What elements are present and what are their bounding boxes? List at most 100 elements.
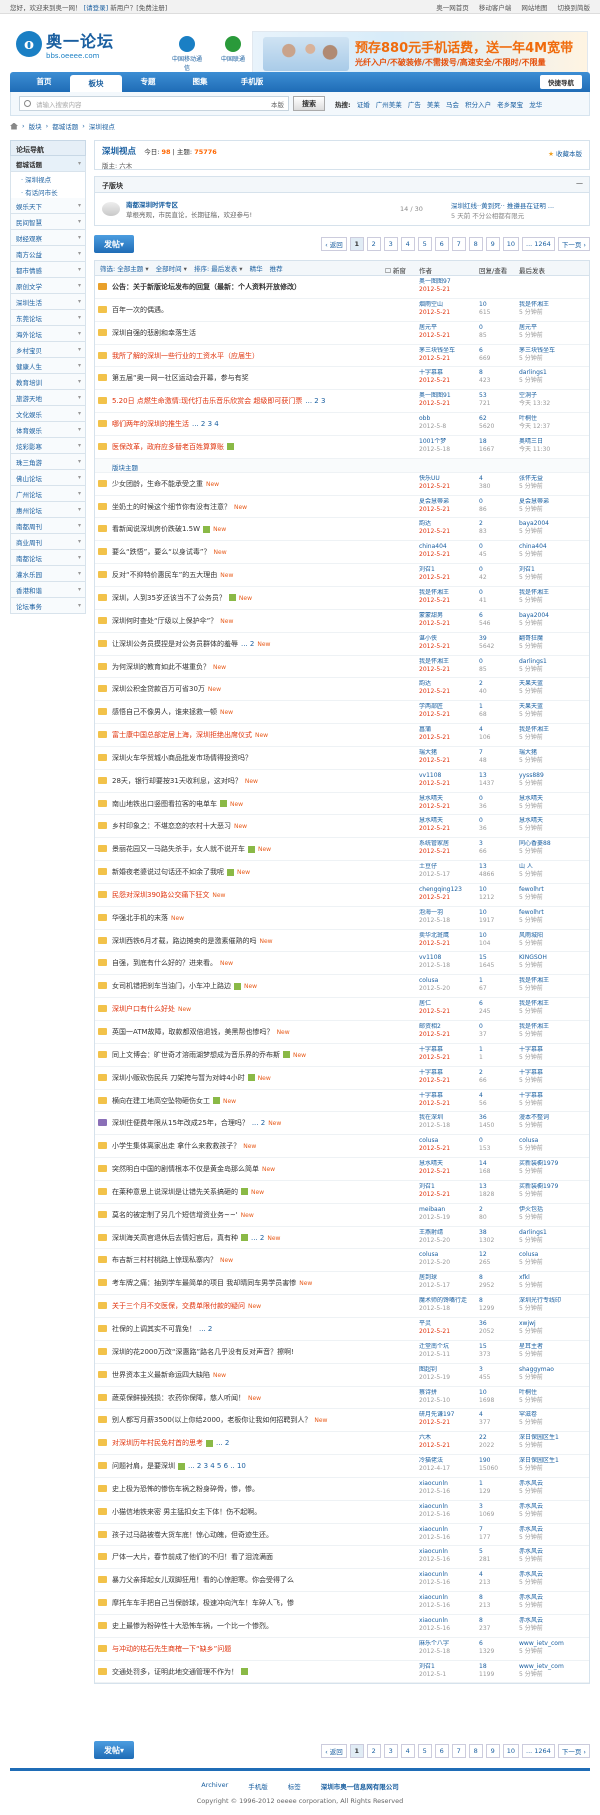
- thread-author[interactable]: 系统管家居 2012-5-21: [419, 840, 473, 856]
- thread-title[interactable]: 深圳海关高官退休后去情妇官后，真有种 ... 2 New: [112, 1233, 280, 1243]
- author-name[interactable]: chengqing123: [419, 886, 473, 894]
- thread-row[interactable]: 华强北手机的末落 New 泡海一羽 2012-5-18 10 1917 fewolhrt 5 …: [95, 907, 589, 930]
- thread-row[interactable]: 史上最惨为粉碎性十大恐怖车祸，一个比一个惨烈。 xiaocunln 2012-5-1…: [95, 1615, 589, 1638]
- hot-link[interactable]: 广州美莱: [376, 101, 402, 109]
- thread-title[interactable]: 布吉新三村村桃路上惊现私寨内？ New: [112, 1255, 233, 1265]
- last-post[interactable]: 十字慕慕 5 分钟前: [519, 1092, 589, 1108]
- last-post[interactable]: 天果天蓝 5 分钟前: [519, 703, 589, 719]
- thread-author[interactable]: 居到球 2012-5-17: [419, 1274, 473, 1290]
- author-name[interactable]: 邮资相2: [419, 1023, 473, 1031]
- last-post[interactable]: darlings1 5 分钟前: [519, 369, 589, 385]
- last-post[interactable]: www_ietv_com 5 分钟前: [519, 1663, 589, 1679]
- author-name[interactable]: 菖蒲: [419, 726, 473, 734]
- page-link[interactable]: 2: [366, 237, 381, 251]
- last-poster[interactable]: 叶桐住: [519, 1389, 589, 1397]
- last-post[interactable]: 居元平 5 分钟前: [519, 324, 589, 340]
- thread-title[interactable]: 孩子过马路被卷大货车底！惊心动魄，但奇迹生还。: [112, 1530, 273, 1540]
- thread-title[interactable]: 坐奶土的时候这个细节你有没有注意？ New: [112, 502, 247, 512]
- thread-row[interactable]: 暴力父亲摔起女儿双脚狂甩！看的心惊胆寒。你会受得了么 xiaocunln 2012-…: [95, 1569, 589, 1593]
- thread-author[interactable]: 麻乐个八字 2012-5-18: [419, 1640, 473, 1656]
- last-post[interactable]: darlings1 5 分钟前: [519, 1229, 589, 1245]
- thread-author[interactable]: xiaocunln 2012-5-16: [419, 1617, 473, 1633]
- last-poster[interactable]: 伊火包括: [519, 1206, 589, 1214]
- login-link[interactable]: [请登录]: [84, 4, 109, 12]
- breadcrumb-item[interactable]: 都城话题: [52, 121, 78, 131]
- author-name[interactable]: colusa: [419, 1251, 473, 1259]
- author-name[interactable]: 刘召1: [419, 566, 473, 574]
- thread-author[interactable]: chengqing123 2012-5-21: [419, 886, 473, 902]
- last-poster[interactable]: 奥晴三日: [519, 438, 589, 446]
- author-name[interactable]: 十字慕慕: [419, 369, 473, 377]
- author-name[interactable]: 奥一图图97: [419, 278, 473, 286]
- thread-pages[interactable]: ... 2: [251, 1234, 264, 1242]
- thread-row[interactable]: 医保改革，政府应多替老百姓算算账 1001个梦 2012-5-18 18 1667 奥晴三…: [95, 436, 589, 459]
- thread-pages[interactable]: ... 2 3 4 5 6 .. 10: [188, 1462, 246, 1470]
- sidebar-item[interactable]: 文化娱乐 ▾: [10, 406, 86, 422]
- thread-row[interactable]: 世界资本主义最新命运四大缺陷 New 图超钊 2012-5-19 3 455 shaggym…: [95, 1364, 589, 1387]
- last-post[interactable]: 夏会慧蒂弟 5 分钟前: [519, 498, 589, 514]
- page-link[interactable]: ‹ 返回: [321, 1744, 347, 1758]
- thread-title[interactable]: 深圳火车华贸城小商品批发市场倩得投资吗？: [112, 753, 252, 763]
- author-name[interactable]: 王燕射靖: [419, 1229, 473, 1237]
- thread-author[interactable]: 慧水晴天 2012-5-21: [419, 817, 473, 833]
- thread-row[interactable]: 摩托车车手把自己当保龄球，极速冲向汽车！车碎人飞，惨 xiaocunln 2012-…: [95, 1592, 589, 1615]
- thread-title[interactable]: 要么“跌悟”，要么“以身试毒”？ New: [112, 547, 227, 557]
- thread-row[interactable]: 深圳的花2000万改“深惠路”路名几乎没有反对声音？擦啊! 迁堂南个坑 2012-5…: [95, 1341, 589, 1364]
- thread-author[interactable]: 韵达 2012-5-21: [419, 520, 473, 536]
- thread-author[interactable]: colusa 2012-5-20: [419, 1251, 473, 1267]
- thread-author[interactable]: 我是怀湘王 2012-5-21: [419, 658, 473, 674]
- thread-row[interactable]: 第五届“奥一网一社区运动会开幕，参与有奖 十字慕慕 2012-5-21 8 423 dar…: [95, 367, 589, 391]
- page-link[interactable]: 1: [349, 1744, 364, 1758]
- filter-type[interactable]: 筛选: 全部主题 ▾: [100, 263, 149, 273]
- author-name[interactable]: colusa: [419, 1137, 473, 1145]
- thread-row[interactable]: 莫名的被定制了另几个短信增资业务~~' New meibaan 2012-5-19 2 8…: [95, 1204, 589, 1227]
- thread-author[interactable]: 魔术师的馋嘴行走 2012-5-18: [419, 1297, 473, 1313]
- thread-title[interactable]: 横向在建工地高空坠物砸伤女工 New: [112, 1096, 236, 1106]
- last-poster[interactable]: 我是怀湘王: [519, 301, 589, 309]
- thread-row[interactable]: 深圳户口有什么好处 New 居仁 2012-5-21 6 245 我是怀湘王 5 分钟前: [95, 998, 589, 1021]
- last-poster[interactable]: baya2004: [519, 612, 589, 620]
- page-link[interactable]: 下一页 ›: [557, 1744, 590, 1758]
- last-post[interactable]: 赤水风云 5 分钟前: [519, 1480, 589, 1496]
- last-poster[interactable]: www_ietv_com: [519, 1663, 589, 1671]
- thread-pages[interactable]: ... 2: [199, 1325, 212, 1333]
- page-link[interactable]: 下一页 ›: [557, 237, 590, 251]
- hot-link[interactable]: 龙华: [529, 101, 542, 109]
- thread-author[interactable]: 土豆仔 2012-5-17: [419, 863, 473, 879]
- subforum-last-post[interactable]: 深圳红线··黄到死·· 推遵县在证明 ... 5 天前 不分公相都有限元: [451, 200, 583, 220]
- thread-title[interactable]: 深圳，人到35岁还该当不了公务员？ New: [112, 593, 252, 603]
- last-post[interactable]: 瑞大猪 5 分钟前: [519, 749, 589, 765]
- last-poster[interactable]: darlings1: [519, 1229, 589, 1237]
- thread-row[interactable]: 深圳火车华贸城小商品批发市场倩得投资吗？ 瑞大猪 2012-5-21 7 48 瑞大猪 5 …: [95, 747, 589, 770]
- hot-link[interactable]: 积分入户: [465, 101, 491, 109]
- page-link[interactable]: ... 1264: [522, 237, 555, 251]
- thread-title[interactable]: 英国一ATM故障，取款都双倍退钱，美黑帮也惨吗？ New: [112, 1027, 290, 1037]
- nav-gallery[interactable]: 图集: [174, 72, 226, 92]
- thread-pages[interactable]: ... 2: [216, 1439, 229, 1447]
- thread-author[interactable]: 邮资相2 2012-5-21: [419, 1023, 473, 1039]
- author-name[interactable]: 慧水晴天: [419, 1160, 473, 1168]
- thread-author[interactable]: 冷猫佬法 2012-4-17: [419, 1457, 473, 1473]
- page-link[interactable]: 7: [451, 1744, 466, 1758]
- thread-title[interactable]: 华强北手机的末落 New: [112, 913, 184, 923]
- thread-row[interactable]: 同上文博会：旷世奇才溶雨湖梦想成为音乐界的乔布斯 New 十字慕慕 2012-5-21…: [95, 1044, 589, 1067]
- thread-title[interactable]: 别人都写月薪3500(以上你给2000，老板你让我如何招聘到人？ New: [112, 1415, 327, 1425]
- thread-row[interactable]: 深圳公积金贷款百万可省30万 New 韵达 2012-5-21 2 40 天果天蓝 5 分钟前: [95, 678, 589, 702]
- last-poster[interactable]: 赤水风云: [519, 1526, 589, 1534]
- thread-row[interactable]: 考车牌之痛：抽到学车最简单的项目 我却晴同车男学员害惨 New 居到球 2012-5-…: [95, 1272, 589, 1296]
- thread-row[interactable]: 深圳海关高官退休后去情妇官后，真有种 ... 2 New 王燕射靖 2012-5-20 3…: [95, 1227, 589, 1250]
- sidebar-item[interactable]: 海外论坛 ▾: [10, 326, 86, 342]
- thread-row[interactable]: 哪们两年的深圳的推生活... 2 3 4 obb 2012-5-8 62 5620 叶桐住…: [95, 413, 589, 436]
- author-name[interactable]: colusa: [419, 977, 473, 985]
- thread-title[interactable]: 医保改革，政府应多替老百姓算算账: [112, 442, 234, 452]
- thread-title[interactable]: 28天，银行却要按31天收利息，这对吗？ New: [112, 776, 258, 786]
- thread-row[interactable]: 尸体一大片，春节前成了他们的不归！看了泪流满面 xiaocunln 2012-5-1…: [95, 1546, 589, 1570]
- author-name[interactable]: 十字慕慕: [419, 1092, 473, 1100]
- author-name[interactable]: vv1108: [419, 772, 473, 780]
- thread-title[interactable]: 深圳公积金贷款百万可省30万 New: [112, 684, 221, 694]
- author-name[interactable]: 图超钊: [419, 1366, 473, 1374]
- site-logo[interactable]: o 奥一论坛 bbs.oeeee.com: [16, 28, 114, 60]
- thread-title[interactable]: 暴力父亲摔起女儿双脚狂甩！看的心惊胆寒。你会受得了么: [112, 1575, 294, 1585]
- last-post[interactable]: 深日保园区生1 5 分钟前: [519, 1457, 589, 1473]
- thread-row[interactable]: 少女团龄，生命不能承受之重 New 快乐UU 2012-5-21 4 380 张怀无益 5 分…: [95, 473, 589, 496]
